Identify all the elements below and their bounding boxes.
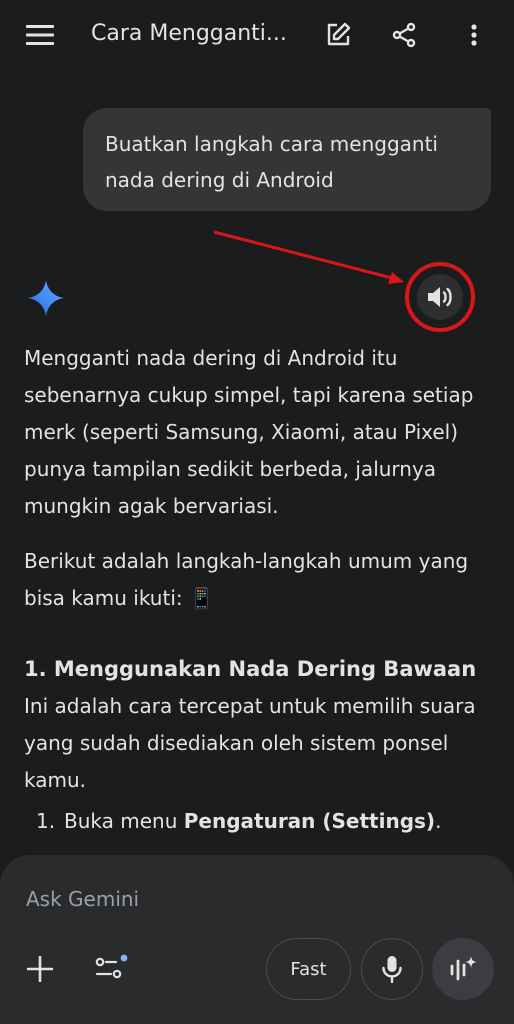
response-paragraph: Berikut adalah langkah-langkah umum yang… bbox=[24, 549, 469, 610]
chat-title[interactable]: Cara Mengganti... bbox=[91, 18, 296, 50]
tools-icon[interactable] bbox=[90, 951, 130, 987]
share-icon[interactable] bbox=[384, 15, 424, 55]
gemini-spark-icon bbox=[28, 280, 64, 316]
model-response: Mengganti nada dering di Android itu seb… bbox=[24, 340, 494, 840]
live-icon[interactable] bbox=[432, 938, 494, 1000]
response-paragraph: Mengganti nada dering di Android itu seb… bbox=[24, 346, 474, 518]
list-item: 1. Buka menu Pengaturan (Settings). bbox=[24, 803, 494, 840]
mic-icon[interactable] bbox=[361, 938, 423, 1000]
ask-gemini-input[interactable]: Ask Gemini bbox=[26, 887, 139, 911]
top-bar: Cara Mengganti... bbox=[0, 0, 514, 70]
composer-panel: Ask Gemini Fast bbox=[0, 855, 514, 1024]
edit-icon[interactable] bbox=[318, 15, 358, 55]
annotation-circle bbox=[405, 262, 475, 332]
gemini-app: Cara Mengganti... Buatkan langkah cara m… bbox=[0, 0, 514, 1024]
section-intro: Ini adalah cara tercepat untuk memilih s… bbox=[24, 694, 476, 792]
add-icon[interactable] bbox=[22, 951, 58, 987]
user-message-bubble: Buatkan langkah cara mengganti nada deri… bbox=[83, 108, 491, 211]
list-number: 1. bbox=[36, 809, 56, 833]
section-heading: 1. Menggunakan Nada Dering Bawaan bbox=[24, 657, 477, 681]
more-vert-icon[interactable] bbox=[454, 15, 494, 55]
menu-icon[interactable] bbox=[20, 15, 60, 55]
list-text: Buka menu Pengaturan (Settings). bbox=[64, 809, 442, 833]
model-mode-button[interactable]: Fast bbox=[266, 938, 351, 1000]
